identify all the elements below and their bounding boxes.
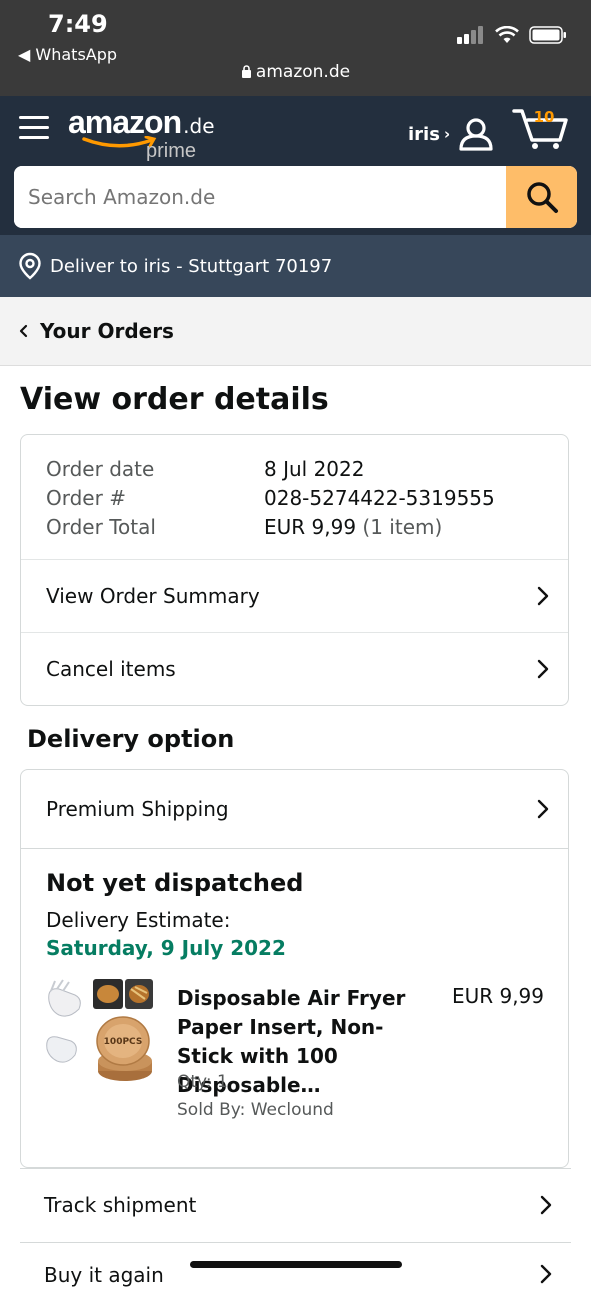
- order-date-row: Order date 8 Jul 2022: [46, 455, 495, 484]
- premium-shipping-row[interactable]: Premium Shipping: [21, 770, 568, 849]
- product-price: EUR 9,99: [451, 984, 544, 1008]
- page-title: View order details: [20, 382, 329, 417]
- search-input[interactable]: [14, 166, 504, 228]
- order-info-card: Order date 8 Jul 2022 Order # 028-527442…: [20, 434, 569, 706]
- search-bar: [14, 166, 577, 228]
- account-chevron: ›: [443, 125, 451, 143]
- order-total-label: Order Total: [46, 515, 156, 539]
- status-bar: 7:49 ◀ WhatsApp amazon.de: [0, 0, 591, 96]
- buy-it-again-label: Buy it again: [44, 1263, 164, 1287]
- product-image-badge: 100PCS: [104, 1037, 143, 1047]
- order-total-value: EUR 9,99 (1 item): [264, 513, 442, 542]
- account-name: iris: [408, 123, 440, 145]
- hamburger-menu-icon[interactable]: [18, 112, 50, 144]
- order-total-row: Order Total EUR 9,99 (1 item): [46, 513, 495, 542]
- search-icon: [526, 182, 558, 213]
- cart-button[interactable]: 10: [512, 106, 570, 150]
- shipment-status: Not yet dispatched: [46, 869, 304, 897]
- view-order-summary-label: View Order Summary: [46, 583, 260, 608]
- cart-count-badge: 10: [533, 108, 555, 126]
- location-pin-icon: [19, 252, 41, 280]
- logo-prime: prime: [146, 140, 197, 162]
- shipping-option-label: Premium Shipping: [46, 797, 229, 821]
- order-date-label: Order date: [46, 457, 155, 481]
- site-header: amazon .de prime iris › 10: [0, 96, 591, 235]
- lock-icon: [241, 65, 251, 78]
- search-button[interactable]: [506, 166, 577, 228]
- logo-tld: .de: [183, 114, 215, 138]
- order-date-value: 8 Jul 2022: [264, 457, 365, 481]
- home-indicator[interactable]: [190, 1261, 402, 1268]
- chevron-right-icon: [540, 1264, 552, 1284]
- url-bar[interactable]: amazon.de: [0, 62, 591, 82]
- order-number-row: Order # 028-5274422-5319555: [46, 484, 495, 513]
- amazon-logo[interactable]: amazon .de prime: [68, 104, 215, 162]
- user-icon: [459, 118, 493, 151]
- product-quantity: Qty: 1: [177, 1072, 228, 1092]
- delivery-estimate-date: Saturday, 9 July 2022: [46, 936, 286, 960]
- breadcrumb-label: Your Orders: [40, 319, 174, 343]
- status-time: 7:49: [48, 10, 108, 38]
- product-image[interactable]: 100PCS: [45, 979, 153, 1089]
- deliver-to-text: Deliver to iris - Stuttgart 70197: [50, 255, 333, 277]
- order-item-count: (1 item): [362, 515, 443, 539]
- product-seller: Sold By: Weclound: [177, 1100, 334, 1120]
- order-info-grid: Order date 8 Jul 2022 Order # 028-527442…: [46, 455, 495, 542]
- buy-it-again-row[interactable]: Buy it again: [20, 1242, 571, 1314]
- status-icons: [457, 26, 567, 44]
- deliver-to-bar[interactable]: Deliver to iris - Stuttgart 70197: [0, 235, 591, 297]
- order-number-value: 028-5274422-5319555: [264, 486, 495, 510]
- order-number-label: Order #: [46, 486, 126, 510]
- wifi-icon: [495, 26, 519, 43]
- view-order-summary-row[interactable]: View Order Summary: [21, 559, 568, 631]
- track-shipment-label: Track shipment: [44, 1192, 197, 1217]
- breadcrumb[interactable]: Your Orders: [0, 297, 591, 366]
- battery-icon: [529, 26, 566, 44]
- cancel-items-label: Cancel items: [46, 656, 176, 681]
- track-shipment-row[interactable]: Track shipment: [20, 1168, 571, 1240]
- account-button[interactable]: iris ›: [408, 116, 494, 152]
- logo-wordmark: amazon: [68, 104, 182, 140]
- chevron-right-icon: [537, 586, 549, 605]
- chevron-right-icon: [540, 1195, 552, 1214]
- url-text: amazon.de: [255, 62, 351, 82]
- delivery-estimate-label: Delivery Estimate:: [46, 908, 231, 932]
- delivery-card: Premium Shipping Not yet dispatched Deli…: [20, 769, 569, 1168]
- order-total-amount: EUR 9,99: [264, 515, 357, 539]
- chevron-right-icon: [537, 659, 549, 678]
- cancel-items-row[interactable]: Cancel items: [21, 632, 568, 704]
- chevron-right-icon: [537, 799, 549, 819]
- chevron-left-icon: [19, 324, 28, 338]
- delivery-option-heading: Delivery option: [27, 725, 235, 753]
- signal-icon: [457, 26, 483, 44]
